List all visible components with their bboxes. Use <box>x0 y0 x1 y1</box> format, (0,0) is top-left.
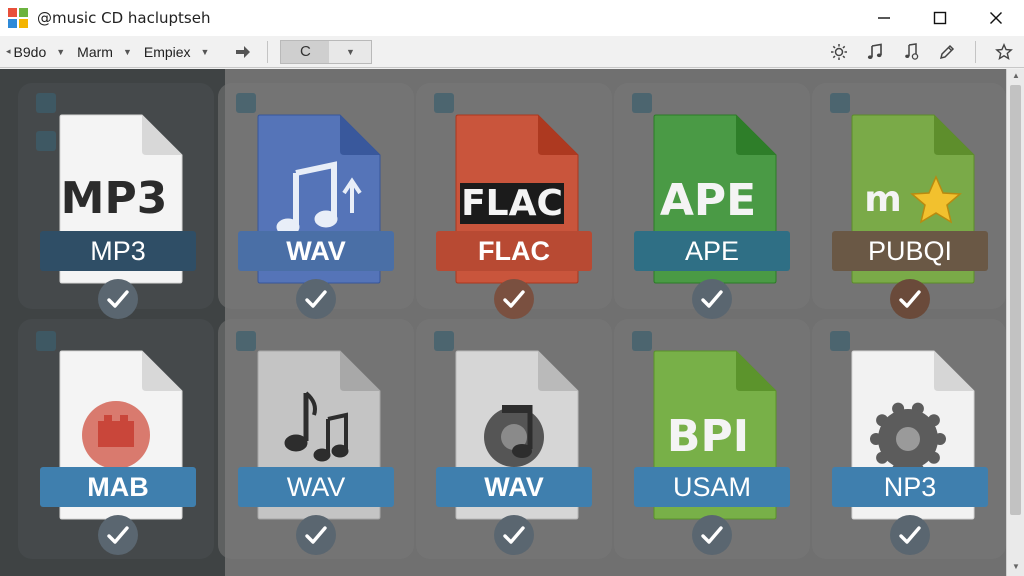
minimize-icon <box>878 17 890 19</box>
title-bar: @music CD hacluptseh <box>0 0 1024 36</box>
forward-arrow-button[interactable] <box>229 40 257 64</box>
music-note-button[interactable] <box>861 40 889 64</box>
checkmark-icon[interactable] <box>494 515 534 555</box>
checkmark-icon[interactable] <box>692 279 732 319</box>
window-controls <box>856 0 1024 36</box>
checkmark-icon[interactable] <box>98 515 138 555</box>
file-item[interactable]: NP3 <box>832 349 992 576</box>
vertical-scrollbar[interactable]: ▲ ▼ <box>1006 69 1024 576</box>
star-button[interactable] <box>990 40 1018 64</box>
file-type-label: WAV <box>238 467 394 507</box>
menu-b9do[interactable]: ◂ B9do ▼ <box>0 36 71 68</box>
file-item[interactable]: APE APE <box>634 113 794 343</box>
file-type-text: m <box>864 179 902 220</box>
file-type-text: APE <box>659 175 757 226</box>
scroll-up-icon[interactable]: ▲ <box>1007 71 1024 83</box>
file-type-label: MP3 <box>40 231 196 271</box>
pen-button[interactable] <box>933 40 961 64</box>
file-item[interactable]: MP3 MP3 <box>40 113 200 343</box>
sun-settings-button[interactable] <box>825 40 853 64</box>
scrollbar-thumb[interactable] <box>1010 85 1021 515</box>
app-window: @music CD hacluptseh ◂ B9do ▼ Marm ▼ Emp… <box>0 0 1024 576</box>
ghost-thumbnail <box>236 93 256 113</box>
file-type-label: NP3 <box>832 467 988 507</box>
file-type-label: MAB <box>40 467 196 507</box>
pen-icon <box>939 44 955 60</box>
checkmark-icon[interactable] <box>890 515 930 555</box>
forward-arrow-icon <box>236 45 251 58</box>
music-note-icon <box>867 43 882 59</box>
menu-empiex[interactable]: Empiex ▼ <box>138 36 216 68</box>
close-button[interactable] <box>968 0 1024 36</box>
app-logo-icon <box>8 8 28 28</box>
file-type-text: FLAC <box>460 183 564 224</box>
file-type-text: BPI <box>666 411 750 462</box>
ghost-thumbnail <box>434 93 454 113</box>
sun-settings-icon <box>831 44 847 60</box>
chevron-down-icon: ▼ <box>200 46 210 57</box>
file-item[interactable]: WAV <box>238 113 398 343</box>
file-item[interactable]: m PUBQI <box>832 113 992 343</box>
toolbar-divider <box>975 41 976 63</box>
file-type-label: PUBQI <box>832 231 988 271</box>
window-title: @music CD hacluptseh <box>37 9 211 27</box>
close-icon <box>990 12 1002 24</box>
file-type-label: WAV <box>238 231 394 271</box>
menu-label: B9do <box>13 43 47 60</box>
file-type-text: MP3 <box>60 173 168 224</box>
file-item[interactable]: BPI USAM <box>634 349 794 576</box>
file-item[interactable]: FLAC FLAC <box>436 113 596 343</box>
file-item[interactable]: MAB <box>40 349 200 576</box>
music-settings-icon <box>905 43 919 60</box>
checkmark-icon[interactable] <box>890 279 930 319</box>
chevron-down-icon: ▼ <box>346 46 355 57</box>
scroll-down-icon[interactable]: ▼ <box>1007 562 1024 574</box>
drive-combo[interactable]: C ▼ <box>280 39 373 64</box>
star-icon <box>995 43 1013 60</box>
back-arrow-icon: ◂ <box>6 46 11 56</box>
file-type-label: APE <box>634 231 790 271</box>
toolbar-right-group <box>825 36 1018 68</box>
file-grid-area: MP3 MP3 WAV FLAC FLAC APE APE m PUBQI MAB WAV WAV BP… <box>0 69 1006 576</box>
file-item[interactable]: WAV <box>436 349 596 576</box>
combo-value: C <box>281 40 330 63</box>
file-item[interactable]: WAV <box>238 349 398 576</box>
checkmark-icon[interactable] <box>692 515 732 555</box>
maximize-button[interactable] <box>912 0 968 36</box>
chevron-down-icon: ▼ <box>122 46 132 57</box>
checkmark-icon[interactable] <box>296 515 336 555</box>
file-type-label: FLAC <box>436 231 592 271</box>
menu-marm[interactable]: Marm ▼ <box>71 36 138 68</box>
checkmark-icon[interactable] <box>98 279 138 319</box>
checkmark-icon[interactable] <box>296 279 336 319</box>
toolbar-divider <box>267 40 269 63</box>
chevron-down-icon: ▼ <box>56 46 66 57</box>
ghost-thumbnail <box>632 93 652 113</box>
file-type-label: WAV <box>436 467 592 507</box>
maximize-icon <box>933 11 947 25</box>
ghost-thumbnail <box>36 93 56 113</box>
minimize-button[interactable] <box>856 0 912 36</box>
menu-label: Empiex <box>143 43 191 60</box>
ghost-thumbnail <box>830 93 850 113</box>
disc-icon <box>82 401 150 469</box>
toolbar: ◂ B9do ▼ Marm ▼ Empiex ▼ C ▼ <box>0 36 1024 68</box>
music-settings-button[interactable] <box>897 40 925 64</box>
menu-label: Marm <box>77 43 113 60</box>
file-type-label: USAM <box>634 467 790 507</box>
checkmark-icon[interactable] <box>494 279 534 319</box>
